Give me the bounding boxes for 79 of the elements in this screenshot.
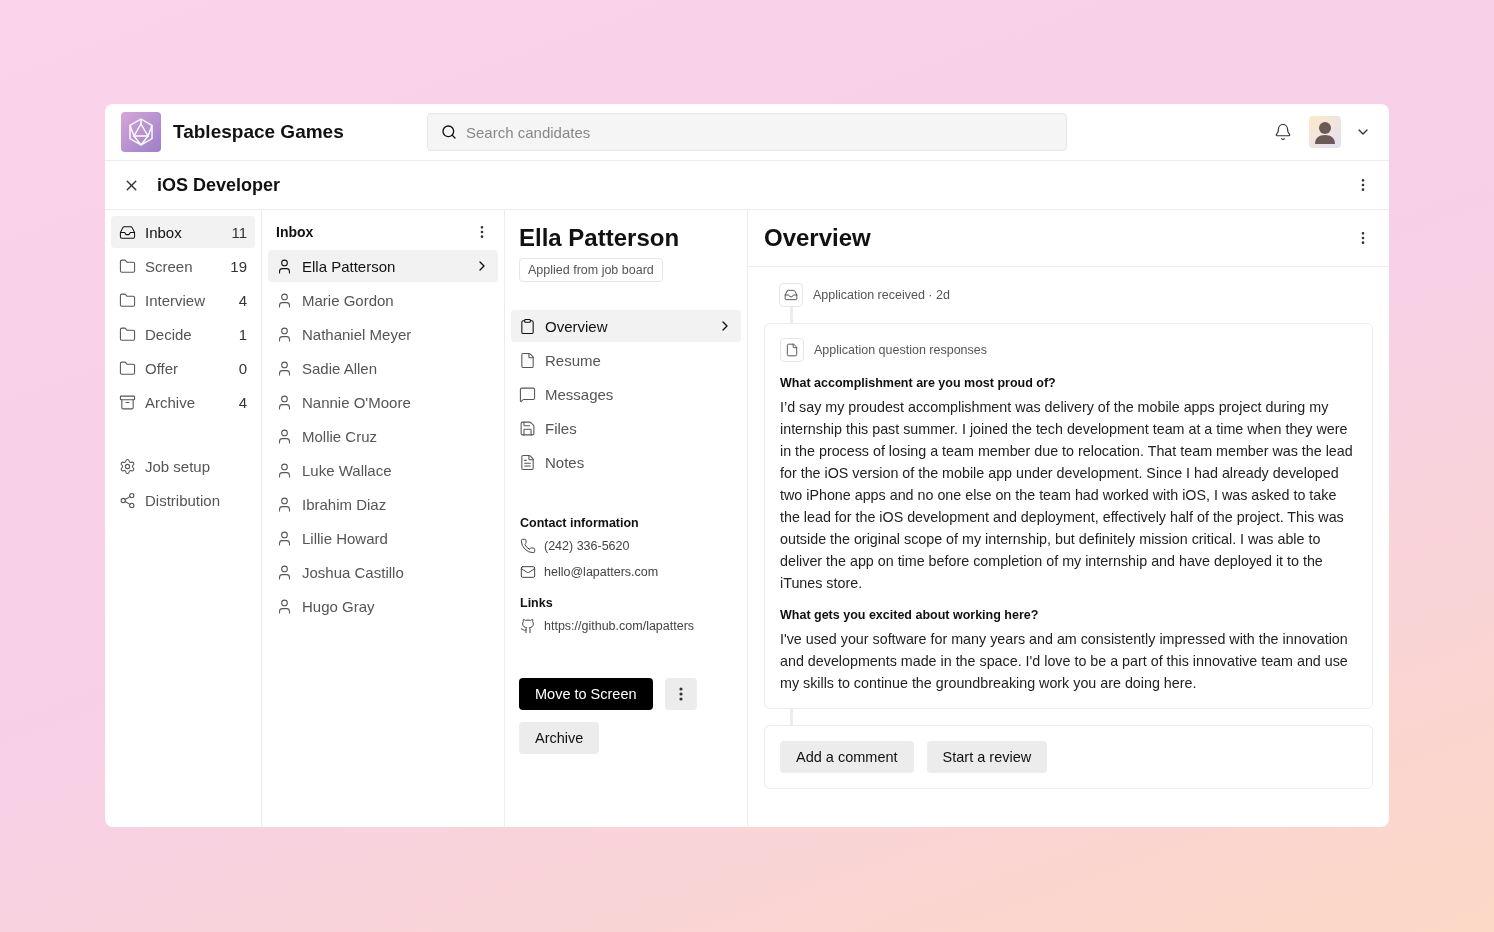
candidate-item[interactable]: Ella Patterson [268,250,498,282]
save-icon [519,419,536,437]
stage-item[interactable]: Decide 1 [111,318,255,350]
profile-tab[interactable]: Files [511,412,741,444]
inbox-icon [119,223,136,241]
person-icon [276,597,293,615]
person-icon [276,563,293,581]
stage-item[interactable]: Inbox 11 [111,216,255,248]
stage-item[interactable]: Interview 4 [111,284,255,316]
candidate-item[interactable]: Lillie Howard [268,522,498,554]
overview-title: Overview [764,224,871,252]
profile-tab[interactable]: Overview [511,310,741,342]
archive-icon [119,393,136,411]
list-title: Inbox [276,224,314,240]
candidate-item[interactable]: Sadie Allen [268,352,498,384]
answer: I’d say my proudest accomplishment was delivery of the mobile apps project during my internship this past summer. I joined the tech development team at a time when they were in the process of losing a team member due to relocation. That team member was the lead for the iOS version of the mobile app under development. Since I had already developed two iPhone apps and no one else on the team had worked with iOS, I was asked to take the lead for the iOS development and deployment, effectively half of the project. This was outside the original scope of my internship, but definitely mission critical. I was able to deliver the app on time before completion of my internship and have deployed it to the iTunes store. [780,398,1354,593]
notes-icon [519,453,536,471]
question: What gets you excited about working here? [780,608,1040,622]
settings-icon [119,457,136,475]
candidate-item[interactable]: Hugo Gray [268,590,498,622]
file-icon [780,338,804,362]
candidate-item[interactable]: Marie Gordon [268,284,498,316]
mail-icon [520,564,536,580]
phone-icon [520,538,536,554]
folder-icon [119,359,136,377]
person-icon [276,427,293,445]
contact-value: hello@lapatters.com [544,565,659,579]
person-icon [276,359,293,377]
job-title: iOS Developer [157,174,282,196]
candidate-item[interactable]: Luke Wallace [268,454,498,486]
person-icon [276,257,293,275]
person-icon [276,529,293,547]
candidate-item[interactable]: Ibrahim Diaz [268,488,498,520]
more-options-button[interactable] [664,678,697,710]
question: What accomplishment are you most proud of? [780,376,1057,390]
clipboard-icon [519,317,536,335]
person-icon [276,461,293,479]
more-options-icon [678,687,683,701]
share-icon [119,491,136,509]
search-icon [441,124,457,140]
candidate-item[interactable]: Nannie O'Moore [268,386,498,418]
archive-button[interactable]: Archive [519,722,600,754]
folder-icon [119,325,136,343]
event-text: Application received · 2d [813,288,950,302]
file-icon [519,351,536,369]
folder-icon [119,257,136,275]
github-icon [520,618,536,634]
candidate-name: Ella Patterson [519,224,681,252]
person-icon [276,393,293,411]
profile-tab[interactable]: Messages [511,378,741,410]
link[interactable]: https://github.com/lapatters [544,619,695,633]
action-button[interactable]: Add a comment [780,741,914,773]
card-title: Application question responses [814,343,988,357]
profile-tab[interactable]: Resume [511,344,741,376]
settings-item[interactable]: Distribution [111,484,255,516]
candidate-item[interactable]: Joshua Castillo [268,556,498,588]
stage-item[interactable]: Screen 19 [111,250,255,282]
candidate-item[interactable]: Nathaniel Meyer [268,318,498,350]
settings-item[interactable]: Job setup [111,450,255,482]
stage-item[interactable]: Offer 0 [111,352,255,384]
source-tag: Applied from job board [519,258,663,282]
move-to-screen-button[interactable]: Move to Screen [519,678,653,710]
person-icon [276,495,293,513]
folder-icon [119,291,136,309]
contact-value: (242) 336-5620 [544,539,630,553]
company-name: Tablespace Games [173,121,345,143]
search-field[interactable]: Search candidates [427,113,1067,151]
user-avatar[interactable] [1309,116,1341,148]
candidate-item[interactable]: Mollie Cruz [268,420,498,452]
section-title: Contact information [520,516,640,530]
message-icon [519,385,536,403]
person-icon [276,325,293,343]
logo-icon [121,112,161,152]
stage-item[interactable]: Archive 4 [111,386,255,418]
person-icon [276,291,293,309]
action-button[interactable]: Start a review [926,741,1048,773]
section-title: Links [520,596,554,610]
profile-tab[interactable]: Notes [511,446,741,478]
answer: I've used your software for many years and am consistently impressed with the innovation and developments made in the space. I'd love to be a part of this innovative team and use my skills to continue the groundbreaking work you are doing here. [780,630,1349,693]
